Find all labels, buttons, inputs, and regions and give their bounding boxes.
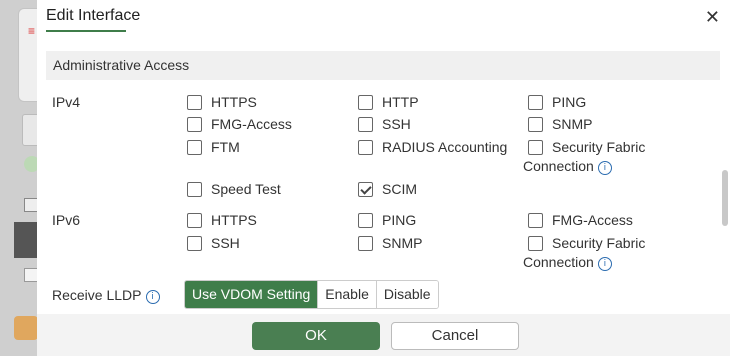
ipv6-security-fabric-continuation: Connection i xyxy=(523,254,612,271)
ipv6-snmp-checkbox[interactable]: SNMP xyxy=(358,235,422,251)
dialog-header: Edit Interface ✕ xyxy=(37,0,730,38)
dialog-body[interactable]: Administrative Access IPv4 HTTPS HTTP PI… xyxy=(37,38,730,314)
edit-interface-dialog: Edit Interface ✕ Administrative Access I… xyxy=(37,0,730,356)
lldp-use-vdom-setting-button[interactable]: Use VDOM Setting xyxy=(185,281,319,308)
ok-button[interactable]: OK xyxy=(252,322,380,350)
ipv6-https-checkbox[interactable]: HTTPS xyxy=(187,212,257,228)
cancel-button[interactable]: Cancel xyxy=(391,322,519,350)
ipv4-ping-checkbox[interactable]: PING xyxy=(528,94,586,110)
info-icon[interactable]: i xyxy=(145,290,160,304)
ipv6-ssh-checkbox[interactable]: SSH xyxy=(187,235,240,251)
ipv4-scim-checkbox[interactable]: SCIM xyxy=(358,181,417,197)
ipv4-https-checkbox[interactable]: HTTPS xyxy=(187,94,257,110)
section-title: Administrative Access xyxy=(53,57,190,73)
ipv6-security-fabric-checkbox[interactable]: Security Fabric xyxy=(528,235,645,251)
ipv4-ssh-checkbox[interactable]: SSH xyxy=(358,116,411,132)
dialog-footer: OK Cancel xyxy=(37,314,730,356)
ipv4-ftm-checkbox[interactable]: FTM xyxy=(187,139,240,155)
logo-icon xyxy=(14,316,38,340)
ipv6-ping-checkbox[interactable]: PING xyxy=(358,212,416,228)
ipv4-radius-accounting-checkbox[interactable]: RADIUS Accounting xyxy=(358,139,507,155)
title-underline xyxy=(46,30,126,32)
dialog-title: Edit Interface xyxy=(46,7,141,24)
close-icon[interactable]: ✕ xyxy=(705,7,720,27)
ipv6-label: IPv6 xyxy=(52,212,81,228)
ipv4-speed-test-checkbox[interactable]: Speed Test xyxy=(187,181,281,197)
ipv4-label: IPv4 xyxy=(52,94,81,110)
ipv4-snmp-checkbox[interactable]: SNMP xyxy=(528,116,592,132)
lldp-disable-button[interactable]: Disable xyxy=(376,281,438,308)
background-page: ≡ xyxy=(0,0,50,356)
collapse-icon xyxy=(24,198,38,212)
scrollbar-thumb[interactable] xyxy=(722,170,728,226)
ipv6-fmg-access-checkbox[interactable]: FMG-Access xyxy=(528,212,633,228)
section-header: Administrative Access xyxy=(46,51,720,80)
background-checkbox xyxy=(24,268,38,282)
ipv4-security-fabric-continuation: Connection i xyxy=(523,158,612,175)
background-icon: ≡ xyxy=(28,24,36,38)
info-icon[interactable]: i xyxy=(597,161,612,175)
lldp-enable-button[interactable]: Enable xyxy=(318,281,377,308)
ipv4-security-fabric-checkbox[interactable]: Security Fabric xyxy=(528,139,645,155)
info-icon[interactable]: i xyxy=(597,257,612,271)
receive-lldp-label: Receive LLDP i xyxy=(52,287,160,304)
ipv4-http-checkbox[interactable]: HTTP xyxy=(358,94,419,110)
receive-lldp-toggle: Use VDOM Setting Enable Disable xyxy=(184,280,439,309)
ipv4-fmg-access-checkbox[interactable]: FMG-Access xyxy=(187,116,292,132)
